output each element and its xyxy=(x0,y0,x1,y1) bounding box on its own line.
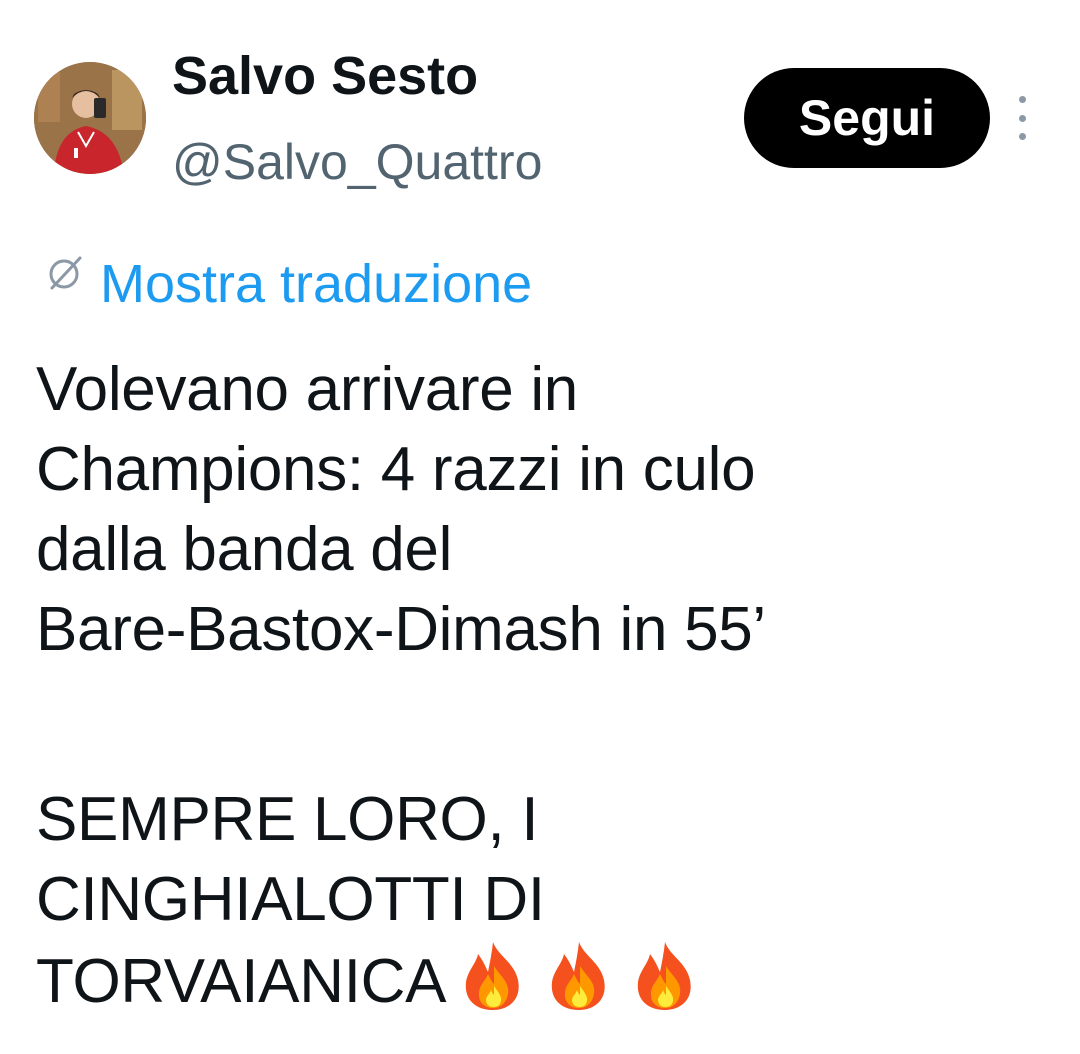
author-display-name[interactable]: Salvo Sesto xyxy=(172,44,478,108)
fire-icon xyxy=(465,942,519,1010)
fire-icon xyxy=(551,942,605,1010)
show-translation-label: Mostra traduzione xyxy=(100,254,533,314)
author-handle[interactable]: @Salvo_Quattro xyxy=(172,132,542,192)
profile-photo-icon xyxy=(34,62,146,174)
translate-globe-icon xyxy=(49,256,82,290)
avatar[interactable] xyxy=(34,62,146,174)
tweet-text-paragraph-2: SEMPRE LORO, I CINGHIALOTTI DI TORVAIANI… xyxy=(36,780,1056,1022)
tweet-text-paragraph-1: Volevano arrivare in Champions: 4 razzi … xyxy=(36,355,766,664)
more-dot xyxy=(1018,96,1026,103)
more-dot xyxy=(1018,114,1026,122)
follow-button[interactable]: Segui xyxy=(744,68,990,168)
fire-icon xyxy=(637,942,691,1010)
more-vertical-icon[interactable] xyxy=(1010,96,1034,140)
show-translation-link[interactable]: Mostra traduzione xyxy=(46,252,532,316)
more-dot xyxy=(1018,133,1026,140)
